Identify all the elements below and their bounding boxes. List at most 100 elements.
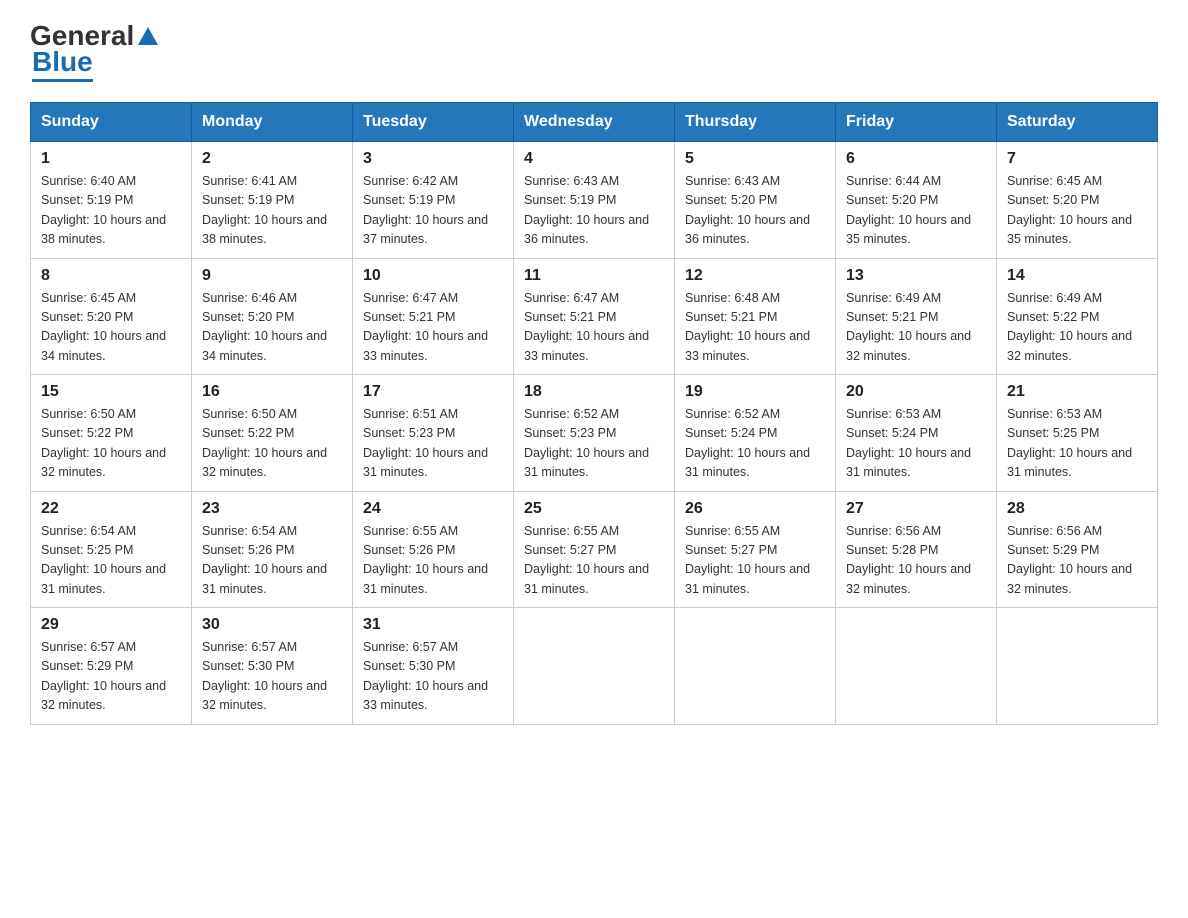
day-info: Sunrise: 6:48 AMSunset: 5:21 PMDaylight:… bbox=[685, 289, 825, 367]
week-row-3: 15 Sunrise: 6:50 AMSunset: 5:22 PMDayligh… bbox=[31, 375, 1158, 492]
day-cell-17: 17 Sunrise: 6:51 AMSunset: 5:23 PMDayligh… bbox=[353, 375, 514, 492]
day-cell-11: 11 Sunrise: 6:47 AMSunset: 5:21 PMDayligh… bbox=[514, 258, 675, 375]
day-cell-23: 23 Sunrise: 6:54 AMSunset: 5:26 PMDayligh… bbox=[192, 491, 353, 608]
header-sunday: Sunday bbox=[31, 103, 192, 142]
day-info: Sunrise: 6:55 AMSunset: 5:26 PMDaylight:… bbox=[363, 522, 503, 600]
calendar-table: SundayMondayTuesdayWednesdayThursdayFrid… bbox=[30, 102, 1158, 725]
day-number: 22 bbox=[41, 500, 181, 518]
day-info: Sunrise: 6:50 AMSunset: 5:22 PMDaylight:… bbox=[202, 405, 342, 483]
day-info: Sunrise: 6:43 AMSunset: 5:19 PMDaylight:… bbox=[524, 172, 664, 250]
day-info: Sunrise: 6:45 AMSunset: 5:20 PMDaylight:… bbox=[1007, 172, 1147, 250]
header-saturday: Saturday bbox=[997, 103, 1158, 142]
logo: General Blue bbox=[30, 20, 160, 82]
day-number: 19 bbox=[685, 383, 825, 401]
day-info: Sunrise: 6:50 AMSunset: 5:22 PMDaylight:… bbox=[41, 405, 181, 483]
day-number: 13 bbox=[846, 267, 986, 285]
day-cell-4: 4 Sunrise: 6:43 AMSunset: 5:19 PMDaylight… bbox=[514, 142, 675, 259]
day-number: 9 bbox=[202, 267, 342, 285]
day-cell-8: 8Sunrise: 6:45 AMSunset: 5:20 PMDaylight… bbox=[31, 258, 192, 375]
logo-blue-text: Blue bbox=[32, 46, 93, 82]
day-number: 29 bbox=[41, 616, 181, 634]
day-number: 6 bbox=[846, 150, 986, 168]
day-cell-21: 21 Sunrise: 6:53 AMSunset: 5:25 PMDayligh… bbox=[997, 375, 1158, 492]
week-row-1: 1 Sunrise: 6:40 AMSunset: 5:19 PMDaylight… bbox=[31, 142, 1158, 259]
day-cell-19: 19Sunrise: 6:52 AMSunset: 5:24 PMDayligh… bbox=[675, 375, 836, 492]
day-info: Sunrise: 6:44 AMSunset: 5:20 PMDaylight:… bbox=[846, 172, 986, 250]
day-cell-15: 15 Sunrise: 6:50 AMSunset: 5:22 PMDayligh… bbox=[31, 375, 192, 492]
day-info: Sunrise: 6:57 AMSunset: 5:30 PMDaylight:… bbox=[363, 638, 503, 716]
day-info: Sunrise: 6:52 AMSunset: 5:23 PMDaylight:… bbox=[524, 405, 664, 483]
day-info: Sunrise: 6:56 AMSunset: 5:28 PMDaylight:… bbox=[846, 522, 986, 600]
header-tuesday: Tuesday bbox=[353, 103, 514, 142]
day-cell-25: 25 Sunrise: 6:55 AMSunset: 5:27 PMDayligh… bbox=[514, 491, 675, 608]
day-number: 20 bbox=[846, 383, 986, 401]
day-info: Sunrise: 6:55 AMSunset: 5:27 PMDaylight:… bbox=[524, 522, 664, 600]
day-cell-1: 1 Sunrise: 6:40 AMSunset: 5:19 PMDaylight… bbox=[31, 142, 192, 259]
header-monday: Monday bbox=[192, 103, 353, 142]
day-number: 15 bbox=[41, 383, 181, 401]
day-cell-27: 27 Sunrise: 6:56 AMSunset: 5:28 PMDayligh… bbox=[836, 491, 997, 608]
day-number: 27 bbox=[846, 500, 986, 518]
day-info: Sunrise: 6:57 AMSunset: 5:30 PMDaylight:… bbox=[202, 638, 342, 716]
empty-cell bbox=[514, 608, 675, 725]
day-cell-2: 2 Sunrise: 6:41 AMSunset: 5:19 PMDaylight… bbox=[192, 142, 353, 259]
day-cell-29: 29 Sunrise: 6:57 AMSunset: 5:29 PMDayligh… bbox=[31, 608, 192, 725]
day-cell-24: 24Sunrise: 6:55 AMSunset: 5:26 PMDayligh… bbox=[353, 491, 514, 608]
day-cell-30: 30 Sunrise: 6:57 AMSunset: 5:30 PMDayligh… bbox=[192, 608, 353, 725]
day-info: Sunrise: 6:46 AMSunset: 5:20 PMDaylight:… bbox=[202, 289, 342, 367]
day-cell-7: 7Sunrise: 6:45 AMSunset: 5:20 PMDaylight… bbox=[997, 142, 1158, 259]
calendar-header-row: SundayMondayTuesdayWednesdayThursdayFrid… bbox=[31, 103, 1158, 142]
day-number: 23 bbox=[202, 500, 342, 518]
day-info: Sunrise: 6:49 AMSunset: 5:21 PMDaylight:… bbox=[846, 289, 986, 367]
day-number: 12 bbox=[685, 267, 825, 285]
day-number: 1 bbox=[41, 150, 181, 168]
day-info: Sunrise: 6:56 AMSunset: 5:29 PMDaylight:… bbox=[1007, 522, 1147, 600]
day-info: Sunrise: 6:47 AMSunset: 5:21 PMDaylight:… bbox=[363, 289, 503, 367]
day-number: 31 bbox=[363, 616, 503, 634]
day-cell-6: 6 Sunrise: 6:44 AMSunset: 5:20 PMDaylight… bbox=[836, 142, 997, 259]
day-cell-28: 28 Sunrise: 6:56 AMSunset: 5:29 PMDayligh… bbox=[997, 491, 1158, 608]
day-info: Sunrise: 6:41 AMSunset: 5:19 PMDaylight:… bbox=[202, 172, 342, 250]
day-number: 30 bbox=[202, 616, 342, 634]
day-info: Sunrise: 6:53 AMSunset: 5:25 PMDaylight:… bbox=[1007, 405, 1147, 483]
day-info: Sunrise: 6:54 AMSunset: 5:25 PMDaylight:… bbox=[41, 522, 181, 600]
week-row-2: 8Sunrise: 6:45 AMSunset: 5:20 PMDaylight… bbox=[31, 258, 1158, 375]
day-number: 11 bbox=[524, 267, 664, 285]
day-number: 17 bbox=[363, 383, 503, 401]
day-number: 28 bbox=[1007, 500, 1147, 518]
day-number: 8 bbox=[41, 267, 181, 285]
day-cell-10: 10 Sunrise: 6:47 AMSunset: 5:21 PMDayligh… bbox=[353, 258, 514, 375]
day-number: 10 bbox=[363, 267, 503, 285]
day-number: 25 bbox=[524, 500, 664, 518]
page-header: General Blue bbox=[30, 20, 1158, 82]
day-info: Sunrise: 6:40 AMSunset: 5:19 PMDaylight:… bbox=[41, 172, 181, 250]
day-cell-18: 18Sunrise: 6:52 AMSunset: 5:23 PMDayligh… bbox=[514, 375, 675, 492]
day-cell-20: 20Sunrise: 6:53 AMSunset: 5:24 PMDayligh… bbox=[836, 375, 997, 492]
day-cell-5: 5 Sunrise: 6:43 AMSunset: 5:20 PMDaylight… bbox=[675, 142, 836, 259]
day-info: Sunrise: 6:51 AMSunset: 5:23 PMDaylight:… bbox=[363, 405, 503, 483]
day-cell-26: 26 Sunrise: 6:55 AMSunset: 5:27 PMDayligh… bbox=[675, 491, 836, 608]
day-cell-9: 9 Sunrise: 6:46 AMSunset: 5:20 PMDaylight… bbox=[192, 258, 353, 375]
day-number: 3 bbox=[363, 150, 503, 168]
empty-cell bbox=[675, 608, 836, 725]
day-number: 2 bbox=[202, 150, 342, 168]
day-info: Sunrise: 6:55 AMSunset: 5:27 PMDaylight:… bbox=[685, 522, 825, 600]
day-cell-14: 14Sunrise: 6:49 AMSunset: 5:22 PMDayligh… bbox=[997, 258, 1158, 375]
week-row-5: 29 Sunrise: 6:57 AMSunset: 5:29 PMDayligh… bbox=[31, 608, 1158, 725]
empty-cell bbox=[997, 608, 1158, 725]
day-cell-22: 22 Sunrise: 6:54 AMSunset: 5:25 PMDayligh… bbox=[31, 491, 192, 608]
header-thursday: Thursday bbox=[675, 103, 836, 142]
day-number: 5 bbox=[685, 150, 825, 168]
day-cell-12: 12 Sunrise: 6:48 AMSunset: 5:21 PMDayligh… bbox=[675, 258, 836, 375]
day-info: Sunrise: 6:54 AMSunset: 5:26 PMDaylight:… bbox=[202, 522, 342, 600]
day-number: 26 bbox=[685, 500, 825, 518]
day-cell-13: 13 Sunrise: 6:49 AMSunset: 5:21 PMDayligh… bbox=[836, 258, 997, 375]
day-info: Sunrise: 6:47 AMSunset: 5:21 PMDaylight:… bbox=[524, 289, 664, 367]
day-info: Sunrise: 6:57 AMSunset: 5:29 PMDaylight:… bbox=[41, 638, 181, 716]
day-number: 21 bbox=[1007, 383, 1147, 401]
day-cell-16: 16 Sunrise: 6:50 AMSunset: 5:22 PMDayligh… bbox=[192, 375, 353, 492]
day-cell-31: 31 Sunrise: 6:57 AMSunset: 5:30 PMDayligh… bbox=[353, 608, 514, 725]
day-number: 16 bbox=[202, 383, 342, 401]
day-info: Sunrise: 6:43 AMSunset: 5:20 PMDaylight:… bbox=[685, 172, 825, 250]
day-number: 4 bbox=[524, 150, 664, 168]
